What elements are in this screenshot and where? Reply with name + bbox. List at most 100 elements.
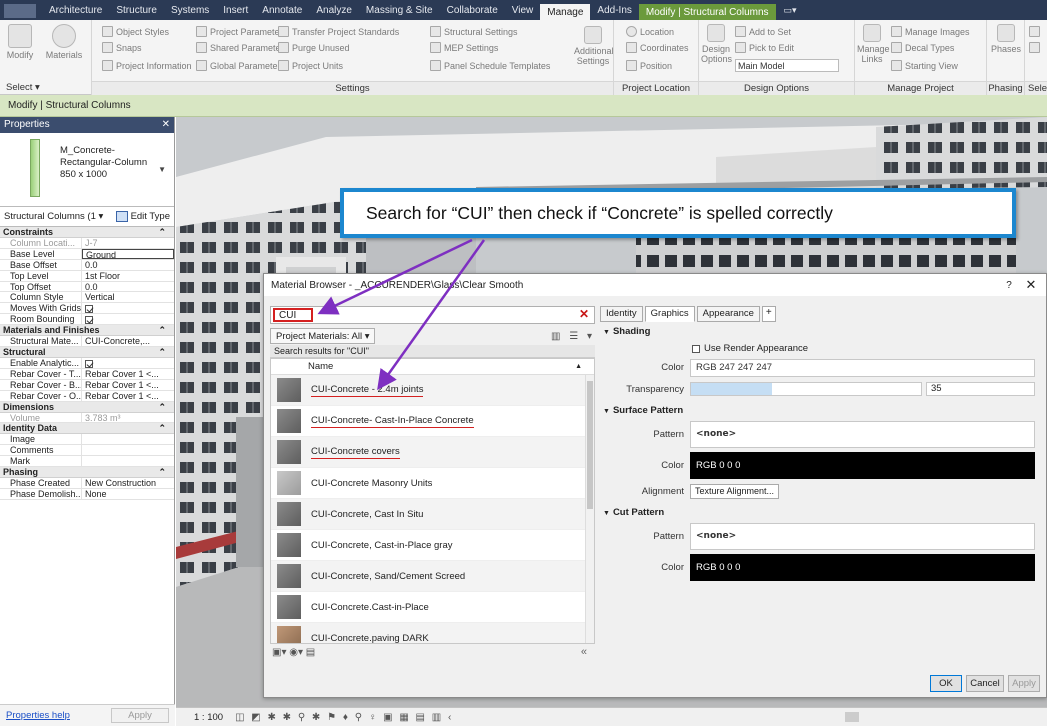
collapse-icon[interactable]: ⌃ (158, 325, 166, 335)
collapse-icon[interactable]: ⌃ (158, 467, 166, 477)
property-group-header[interactable]: Materials and Finishes ⌃ (0, 325, 174, 337)
material-list-item[interactable]: CUI-Concrete Masonry Units (271, 468, 594, 499)
property-value[interactable] (82, 434, 174, 444)
ribbon-tab[interactable]: Manage (540, 4, 591, 20)
property-value[interactable]: 0.0 (82, 260, 174, 270)
collapse-icon[interactable]: ⌃ (158, 347, 166, 357)
shared-parameters-button[interactable]: Shared Parameters (196, 42, 288, 53)
collapse-icon[interactable]: ⌃ (158, 402, 166, 412)
property-value[interactable]: 1st Floor (82, 271, 174, 281)
ribbon-tab[interactable]: View (505, 5, 541, 20)
snaps-button[interactable]: Snaps (102, 42, 142, 53)
property-value[interactable]: Vertical (82, 292, 174, 302)
select-dropdown[interactable]: Select ▾ (0, 81, 230, 95)
ribbon-options-icon[interactable]: ▭▾ (776, 5, 803, 20)
material-list-item[interactable]: CUI-Concrete covers (271, 437, 594, 468)
coordinates-button[interactable]: Coordinates (626, 42, 689, 53)
property-value[interactable]: Rebar Cover 1 <... (82, 391, 174, 401)
property-value[interactable]: CUI-Concrete,... (82, 336, 174, 346)
property-group-header[interactable]: Dimensions ⌃ (0, 401, 174, 413)
ribbon-tab[interactable]: Add-Ins (590, 5, 638, 20)
instance-filter[interactable]: Structural Columns (1 ▾ (4, 211, 103, 222)
property-value[interactable]: None (82, 489, 174, 499)
ribbon-tab[interactable]: Architecture (42, 5, 109, 20)
ribbon-tab[interactable]: Collaborate (440, 5, 505, 20)
property-group-header[interactable]: Structural ⌃ (0, 347, 174, 359)
design-options-button[interactable]: Design Options (701, 24, 732, 64)
structural-settings-button[interactable]: Structural Settings (430, 26, 518, 37)
cut-pattern-section-header[interactable]: ▼ Cut Pattern (600, 505, 1042, 521)
property-value[interactable] (82, 314, 174, 324)
property-value[interactable]: 3.783 m³ (82, 413, 174, 423)
global-parameters-button[interactable]: Global Parameters (196, 60, 285, 71)
design-option-select[interactable]: Main Model (735, 59, 839, 72)
property-checkbox[interactable] (85, 315, 93, 324)
cancel-button[interactable]: Cancel (966, 674, 1004, 692)
chevron-down-icon[interactable]: ▼ (158, 165, 166, 174)
cut-pattern-field[interactable]: <none> (690, 523, 1035, 550)
property-value[interactable]: Rebar Cover 1 <... (82, 380, 174, 390)
modify-button[interactable]: Modify (2, 24, 38, 60)
material-list-item[interactable]: CUI-Concrete- Cast-In-Place Concrete (271, 406, 594, 437)
property-value[interactable]: 0.0 (82, 282, 174, 292)
surface-color-field[interactable]: RGB 0 0 0 (690, 452, 1035, 479)
ok-button[interactable]: OK (930, 674, 962, 692)
transparency-slider[interactable] (690, 382, 922, 396)
editor-tab[interactable]: Graphics (644, 306, 695, 322)
material-search-input[interactable] (273, 308, 313, 322)
phases-button[interactable]: Phases (989, 24, 1023, 54)
project-parameters-button[interactable]: Project Parameters (196, 26, 287, 37)
ribbon-tab[interactable]: Massing & Site (359, 5, 440, 20)
property-checkbox[interactable] (85, 304, 93, 313)
type-selector[interactable]: M_Concrete-Rectangular-Column 850 x 1000… (0, 133, 174, 207)
position-button[interactable]: Position (626, 60, 672, 71)
property-value[interactable]: J-7 (82, 238, 174, 248)
property-value[interactable]: New Construction (82, 478, 174, 488)
dialog-close-button[interactable]: ✕ (1018, 277, 1044, 293)
material-list-item[interactable]: CUI-Concrete, Cast-in-Place gray (271, 530, 594, 561)
transfer-project-standards-button[interactable]: Transfer Project Standards (278, 26, 399, 37)
apply-button[interactable]: Apply (1008, 674, 1040, 692)
material-list-item[interactable]: CUI-Concrete - 2.4m joints (271, 375, 594, 406)
ribbon-tab[interactable]: Insert (216, 5, 255, 20)
edit-type-button[interactable]: Edit Type (115, 211, 170, 222)
material-tools-icons[interactable]: ▣▾ ◉▾ ▤ (272, 647, 315, 658)
texture-alignment-button[interactable]: Texture Alignment... (690, 484, 780, 499)
property-group-header[interactable]: Phasing ⌃ (0, 467, 174, 479)
ribbon-tab[interactable]: Systems (164, 5, 216, 20)
property-group-header[interactable]: Constraints ⌃ (0, 227, 174, 238)
property-value[interactable] (82, 456, 174, 466)
collapse-icon[interactable]: ⌃ (158, 423, 166, 433)
material-list-item[interactable]: CUI-Concrete, Sand/Cement Screed (271, 561, 594, 592)
list-scrollbar[interactable] (585, 375, 594, 643)
transparency-value[interactable]: 35 (926, 382, 1035, 396)
name-column-header[interactable]: Name ▲ (271, 359, 594, 375)
ribbon-tab[interactable]: Structure (109, 5, 164, 20)
project-units-button[interactable]: Project Units (278, 60, 343, 71)
editor-tab[interactable]: Appearance (696, 306, 760, 322)
object-styles-button[interactable]: Object Styles (102, 26, 169, 37)
additional-settings-button[interactable]: Additional Settings (574, 26, 614, 66)
view-scale[interactable]: 1 : 100 (194, 712, 223, 723)
material-list-item[interactable]: CUI-Concrete.Cast-in-Place (271, 592, 594, 623)
material-list-item[interactable]: CUI-Concrete.paving DARK (271, 623, 594, 643)
add-asset-button[interactable]: + (761, 306, 776, 322)
property-checkbox[interactable] (85, 359, 93, 368)
collapse-icon[interactable]: ⌃ (158, 227, 166, 237)
selection-tool-1[interactable] (1029, 26, 1040, 37)
close-icon[interactable]: ✕ (162, 119, 170, 131)
ribbon-tab[interactable]: Annotate (255, 5, 309, 20)
property-value[interactable] (82, 303, 174, 313)
manage-images-button[interactable]: Manage Images (891, 26, 970, 37)
mep-settings-button[interactable]: MEP Settings (430, 42, 498, 53)
cut-color-field[interactable]: RGB 0 0 0 (690, 554, 1035, 581)
property-value[interactable]: Rebar Cover 1 <... (82, 369, 174, 379)
selection-tool-2[interactable] (1029, 42, 1040, 53)
panel-schedule-templates-button[interactable]: Panel Schedule Templates (430, 60, 550, 71)
property-group-header[interactable]: Identity Data ⌃ (0, 423, 174, 435)
use-render-appearance-checkbox[interactable] (692, 344, 700, 353)
property-value[interactable] (82, 445, 174, 455)
view-options-icons[interactable]: ▥ ☰ ▾ (551, 331, 595, 342)
scrollbar-thumb[interactable] (587, 381, 593, 509)
file-tab[interactable] (4, 4, 36, 18)
